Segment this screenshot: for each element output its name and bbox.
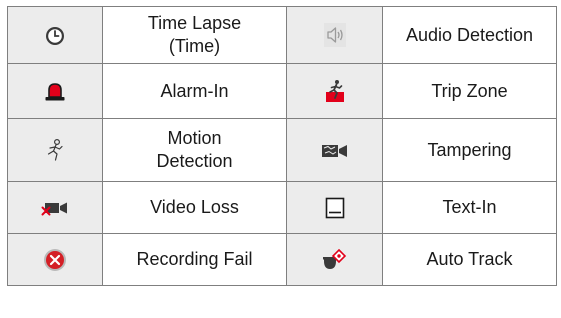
icon-cell bbox=[7, 6, 103, 64]
event-label: Tampering bbox=[427, 139, 512, 160]
label-cell: Alarm-In bbox=[102, 63, 287, 119]
icon-cell bbox=[286, 233, 383, 286]
label-cell: Time Lapse (Time) bbox=[102, 6, 287, 64]
event-label: Recording Fail bbox=[136, 249, 253, 269]
ptz-camera-icon bbox=[322, 248, 348, 272]
event-label: Audio Detection bbox=[405, 24, 534, 45]
table-row: Motion Detection Tampering bbox=[7, 118, 557, 182]
event-label: Text-In bbox=[442, 197, 497, 217]
label-cell: Video Loss bbox=[102, 181, 287, 234]
icon-cell bbox=[7, 63, 103, 119]
record-fail-icon bbox=[43, 248, 67, 272]
label-cell: Tampering bbox=[382, 118, 557, 182]
label-cell: Text-In bbox=[382, 181, 557, 234]
speaker-icon bbox=[323, 23, 346, 48]
label-cell: Recording Fail bbox=[102, 233, 287, 286]
icon-cell bbox=[7, 181, 103, 234]
alarm-light-icon bbox=[44, 82, 66, 102]
table-row: Recording Fail Auto Track bbox=[7, 233, 557, 286]
event-icon-legend-table: Time Lapse (Time) Audio Detection Alarm-… bbox=[7, 6, 557, 286]
event-label: Video Loss bbox=[150, 197, 239, 217]
label-cell: Motion Detection bbox=[102, 118, 287, 182]
icon-cell bbox=[286, 181, 383, 234]
icon-cell bbox=[286, 118, 383, 182]
event-label: Alarm-In bbox=[160, 80, 229, 101]
event-label: Trip Zone bbox=[431, 80, 508, 101]
icon-cell bbox=[286, 6, 383, 64]
label-cell: Audio Detection bbox=[382, 6, 557, 64]
table-row: Video Loss Text-In bbox=[7, 181, 557, 234]
clock-icon bbox=[45, 26, 65, 46]
label-cell: Trip Zone bbox=[382, 63, 557, 119]
icon-cell bbox=[7, 233, 103, 286]
event-label: Time Lapse (Time) bbox=[147, 13, 242, 56]
table-row: Time Lapse (Time) Audio Detection bbox=[7, 6, 557, 64]
camera-crossed-icon bbox=[41, 199, 69, 217]
text-box-icon bbox=[325, 197, 345, 219]
icon-cell bbox=[286, 63, 383, 119]
event-label: Motion Detection bbox=[156, 128, 233, 171]
trip-zone-icon bbox=[324, 79, 346, 103]
event-label: Auto Track bbox=[426, 249, 513, 269]
running-person-icon bbox=[44, 138, 66, 162]
table-row: Alarm-In Trip Zone bbox=[7, 63, 557, 119]
icon-cell bbox=[7, 118, 103, 182]
tampered-camera-icon bbox=[321, 142, 349, 160]
label-cell: Auto Track bbox=[382, 233, 557, 286]
